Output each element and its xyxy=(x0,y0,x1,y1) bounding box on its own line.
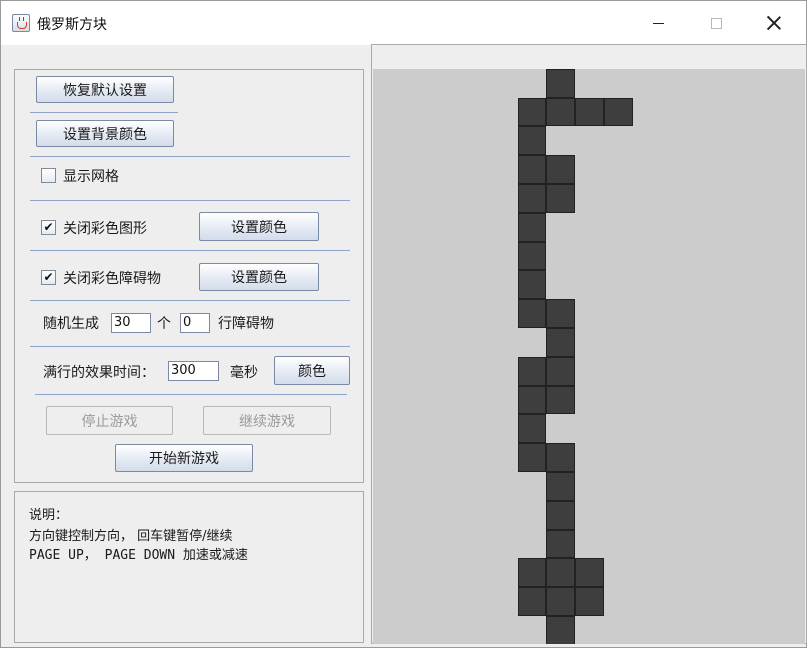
board-block xyxy=(517,385,547,415)
board-block xyxy=(546,587,576,616)
shape-color-button[interactable]: 设置颜色 xyxy=(199,212,319,241)
separator xyxy=(30,250,350,251)
board-block xyxy=(517,299,547,328)
separator xyxy=(35,394,347,395)
show-grid-checkbox[interactable] xyxy=(41,168,56,183)
line-clear-effect-label: 满行的效果时间： xyxy=(43,365,155,381)
show-grid-label: 显示网格 xyxy=(63,169,119,185)
board-block xyxy=(546,385,576,415)
help-heading: 说明： xyxy=(29,508,69,523)
help-text-controls: 方向键控制方向， 回车键暂停/继续 xyxy=(29,529,233,544)
board-block xyxy=(546,328,576,357)
separator xyxy=(30,200,350,201)
board-block xyxy=(546,529,576,559)
new-game-button[interactable]: 开始新游戏 xyxy=(115,444,253,472)
board-block xyxy=(517,155,547,184)
java-cup-icon xyxy=(12,14,30,32)
effect-time-input[interactable]: 300 xyxy=(168,361,219,381)
board-block xyxy=(546,472,576,501)
minimize-icon xyxy=(652,22,664,24)
board-block xyxy=(517,558,547,588)
window-title: 俄罗斯方块 xyxy=(37,17,107,33)
board-block xyxy=(517,97,547,127)
effect-time-unit: 毫秒 xyxy=(230,365,258,381)
board-block xyxy=(517,212,547,242)
separator xyxy=(30,156,350,157)
separator xyxy=(30,112,178,113)
obstacle-count-input[interactable]: 30 xyxy=(111,313,151,333)
close-colored-shapes-checkbox[interactable]: ✔ xyxy=(41,220,56,235)
help-text-speed: PAGE UP， PAGE DOWN 加速或减速 xyxy=(29,548,248,563)
stop-game-button: 停止游戏 xyxy=(46,406,173,435)
board-block xyxy=(517,126,547,156)
board-block xyxy=(603,97,633,127)
continue-game-button: 继续游戏 xyxy=(203,406,331,435)
board-block xyxy=(575,587,604,616)
board-block xyxy=(546,299,576,328)
game-board[interactable] xyxy=(373,69,805,644)
maximize-button xyxy=(687,1,745,45)
board-block xyxy=(546,184,576,213)
random-obstacles-prefix: 随机生成 xyxy=(43,316,99,332)
board-block xyxy=(546,558,576,588)
board-block xyxy=(546,616,576,644)
random-obstacles-suffix: 行障碍物 xyxy=(218,316,274,332)
board-block xyxy=(575,558,604,588)
close-icon xyxy=(767,16,781,30)
settings-panel: 恢复默认设置 设置背景颜色 显示网格 ✔ 关闭彩色图形 设置颜色 ✔ 关闭彩色障… xyxy=(14,69,364,483)
board-block xyxy=(546,97,576,127)
board-block xyxy=(517,356,547,386)
obstacle-rows-input[interactable]: 0 xyxy=(180,313,210,333)
board-block xyxy=(517,241,547,271)
minimize-button[interactable] xyxy=(629,1,687,45)
board-block xyxy=(546,500,576,530)
board-block xyxy=(517,443,547,472)
board-block xyxy=(546,443,576,472)
board-block xyxy=(546,155,576,184)
close-colored-shapes-label: 关闭彩色图形 xyxy=(63,221,147,237)
effect-color-button[interactable]: 颜色 xyxy=(274,356,350,385)
close-colored-obstacles-checkbox[interactable]: ✔ xyxy=(41,270,56,285)
set-background-color-button[interactable]: 设置背景颜色 xyxy=(36,120,174,147)
obstacle-color-button[interactable]: 设置颜色 xyxy=(199,263,319,291)
separator xyxy=(30,300,350,301)
close-button[interactable] xyxy=(745,1,803,45)
separator xyxy=(30,346,350,347)
obstacle-count-unit: 个 xyxy=(157,316,171,332)
board-block xyxy=(517,587,547,616)
help-panel: 说明： 方向键控制方向， 回车键暂停/继续 PAGE UP， PAGE DOWN… xyxy=(14,491,364,643)
restore-defaults-button[interactable]: 恢复默认设置 xyxy=(36,76,174,103)
game-window: 俄罗斯方块 恢复默认设置 设置背景颜色 显示网格 ✔ 关闭彩色图形 设置颜色 ✔… xyxy=(0,0,807,648)
title-bar[interactable]: 俄罗斯方块 xyxy=(1,1,806,45)
board-block xyxy=(517,184,547,213)
board-block xyxy=(546,356,576,386)
close-colored-obstacles-label: 关闭彩色障碍物 xyxy=(63,271,161,287)
board-block xyxy=(546,69,576,98)
board-block xyxy=(575,97,604,127)
board-block xyxy=(517,270,547,300)
maximize-icon xyxy=(710,17,722,29)
board-block xyxy=(517,414,547,444)
